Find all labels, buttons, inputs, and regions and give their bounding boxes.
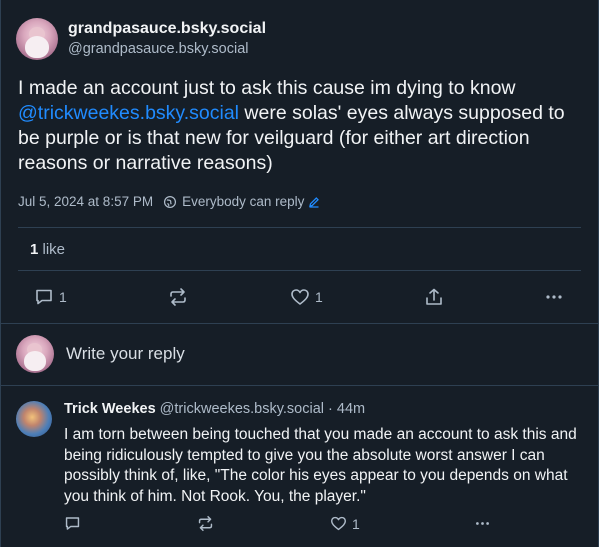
reply-reply-button[interactable]: [64, 515, 81, 532]
author-name-block: grandpasauce.bsky.social @grandpasauce.b…: [68, 19, 266, 59]
section-divider: [0, 385, 599, 386]
reply-button[interactable]: 1: [34, 287, 67, 307]
reply-actions: 1: [64, 515, 564, 535]
my-avatar: [16, 335, 54, 373]
mention-link[interactable]: @trickweekes.bsky.social: [18, 102, 239, 124]
author-display-name[interactable]: grandpasauce.bsky.social: [68, 19, 266, 39]
share-button[interactable]: [424, 287, 444, 307]
avatar-beard: [25, 36, 49, 58]
reply-author-avatar[interactable]: [16, 401, 52, 437]
reply-author-name[interactable]: Trick Weekes: [64, 401, 156, 417]
like-button[interactable]: 1: [290, 287, 323, 307]
likes-count[interactable]: 1 like: [30, 241, 65, 258]
post-meta: Jul 5, 2024 at 8:57 PM Everybody can rep…: [18, 194, 320, 209]
author-handle[interactable]: @grandpasauce.bsky.social: [68, 39, 266, 59]
reply-author-handle[interactable]: @trickweekes.bsky.social: [160, 401, 324, 417]
repost-button[interactable]: [168, 287, 188, 307]
more-icon: [546, 295, 562, 299]
post-text: I made an account just to ask this cause…: [18, 76, 583, 176]
pencil-icon[interactable]: [308, 196, 320, 208]
like-count: 1: [315, 289, 323, 305]
reply-count: 1: [59, 289, 67, 305]
section-divider: [0, 323, 599, 324]
more-icon: [476, 522, 489, 525]
divider: [18, 227, 581, 228]
globe-icon: [164, 195, 177, 208]
like-count-label: like: [42, 241, 66, 258]
post-text-before: I made an account just to ask this cause…: [18, 77, 516, 99]
reply-composer[interactable]: Write your reply: [16, 335, 185, 373]
reply-icon: [65, 517, 80, 530]
reply-age[interactable]: 44m: [337, 401, 365, 417]
reply-header: Trick Weekes @trickweekes.bsky.social · …: [64, 401, 365, 417]
reply-more-button[interactable]: [474, 515, 491, 532]
heart-icon: [291, 289, 309, 305]
divider: [18, 270, 581, 271]
reply-like-count: 1: [352, 515, 360, 532]
heart-icon: [330, 516, 347, 531]
reply-input[interactable]: Write your reply: [66, 344, 185, 364]
repost-icon: [198, 515, 213, 532]
avatar-beard: [24, 351, 46, 371]
reply-setting[interactable]: Everybody can reply: [182, 194, 304, 209]
post-timestamp[interactable]: Jul 5, 2024 at 8:57 PM: [18, 194, 153, 209]
reply-like-button[interactable]: 1: [330, 515, 360, 532]
reply-repost-button[interactable]: [197, 515, 214, 532]
like-count-number: 1: [30, 241, 39, 258]
share-icon: [426, 288, 442, 305]
post-author[interactable]: grandpasauce.bsky.social @grandpasauce.b…: [16, 18, 266, 60]
reply-age-separator: ·: [328, 401, 333, 417]
more-options-button[interactable]: [544, 287, 564, 307]
repost-icon: [170, 288, 186, 306]
post-actions: 1 1: [30, 287, 570, 309]
reply-text: I am torn between being touched that you…: [64, 426, 577, 505]
author-avatar[interactable]: [16, 18, 58, 60]
reply-icon: [36, 289, 52, 305]
